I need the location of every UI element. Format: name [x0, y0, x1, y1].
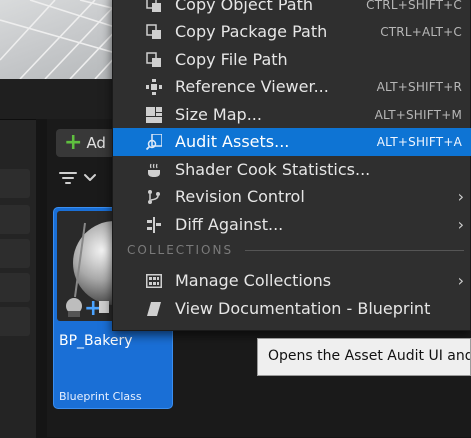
menu-item-label: Copy Package Path: [175, 22, 328, 41]
copy-file-path-icon: [146, 52, 161, 67]
view-documentation-icon: [147, 302, 161, 316]
revision-control-icon: [148, 190, 160, 204]
filter-icon: [59, 172, 96, 184]
chevron-right-icon: ›: [457, 187, 464, 206]
menu-item-label: Revision Control: [175, 187, 305, 206]
menu-item-view-documentation[interactable]: View Documentation - Blueprint: [113, 295, 471, 323]
menu-item-shortcut: CTRL+ALT+C: [380, 25, 462, 39]
menu-item-label: Audit Assets...: [175, 132, 290, 151]
manage-collections-icon: [146, 274, 162, 288]
menu-item-label: Shader Cook Statistics...: [175, 160, 371, 179]
chevron-right-icon: ›: [457, 271, 464, 290]
menu-item-diff-against[interactable]: Diff Against... ›: [113, 211, 471, 239]
audit-assets-icon: [146, 134, 162, 150]
copy-object-path-icon: [146, 0, 161, 12]
menu-item-label: Reference Viewer...: [175, 77, 329, 96]
tooltip-text: Opens the Asset Audit UI and: [268, 348, 471, 364]
menu-item-shader-cook-statistics[interactable]: Shader Cook Statistics...: [113, 156, 471, 184]
source-item[interactable]: [0, 307, 30, 336]
menu-item-label: Size Map...: [175, 105, 262, 124]
menu-item-shortcut: ALT+SHIFT+M: [374, 108, 462, 122]
source-item[interactable]: [0, 169, 30, 198]
sources-panel: [0, 119, 36, 438]
menu-item-size-map[interactable]: Size Map... ALT+SHIFT+M: [113, 101, 471, 129]
chevron-right-icon: ›: [457, 215, 464, 234]
size-map-icon: [146, 107, 162, 123]
asset-context-menu: Copy Object Path CTRL+SHIFT+C Copy Packa…: [112, 0, 471, 331]
tooltip: Opens the Asset Audit UI and: [257, 338, 471, 376]
menu-item-manage-collections[interactable]: Manage Collections ›: [113, 267, 471, 295]
section-divider: [245, 250, 464, 251]
diff-against-icon: [147, 217, 161, 233]
menu-item-audit-assets[interactable]: Audit Assets... ALT+SHIFT+A: [113, 128, 471, 156]
add-button-label: Ad: [86, 134, 106, 152]
plus-icon: +: [64, 130, 83, 155]
shader-cook-icon: [148, 163, 160, 177]
menu-item-shortcut: ALT+SHIFT+A: [376, 135, 462, 149]
menu-item-copy-file-path[interactable]: Copy File Path: [113, 46, 471, 74]
menu-item-label: Copy File Path: [175, 50, 288, 69]
source-item[interactable]: [0, 273, 30, 302]
asset-type: Blueprint Class: [59, 390, 142, 403]
copy-package-path-icon: [146, 24, 161, 39]
menu-item-label: Copy Object Path: [175, 0, 314, 14]
asset-name: BP_Bakery: [59, 333, 133, 349]
source-item[interactable]: [0, 205, 30, 234]
source-item[interactable]: [0, 239, 30, 268]
menu-item-shortcut: ALT+SHIFT+R: [376, 80, 462, 94]
filter-dropdown[interactable]: [58, 168, 102, 188]
menu-item-reference-viewer[interactable]: Reference Viewer... ALT+SHIFT+R: [113, 73, 471, 101]
menu-item-label: Manage Collections: [175, 271, 332, 290]
menu-item-copy-package-path[interactable]: Copy Package Path CTRL+ALT+C: [113, 18, 471, 46]
menu-item-label: Diff Against...: [175, 215, 284, 234]
reference-viewer-icon: [146, 79, 162, 95]
menu-item-label: View Documentation - Blueprint: [175, 299, 431, 318]
menu-item-shortcut: CTRL+SHIFT+C: [366, 0, 462, 12]
collections-section-header: COLLECTIONS: [127, 243, 234, 257]
content-browser-divider: [36, 119, 47, 437]
menu-item-copy-object-path[interactable]: Copy Object Path CTRL+SHIFT+C: [113, 0, 471, 19]
menu-item-revision-control[interactable]: Revision Control ›: [113, 183, 471, 211]
